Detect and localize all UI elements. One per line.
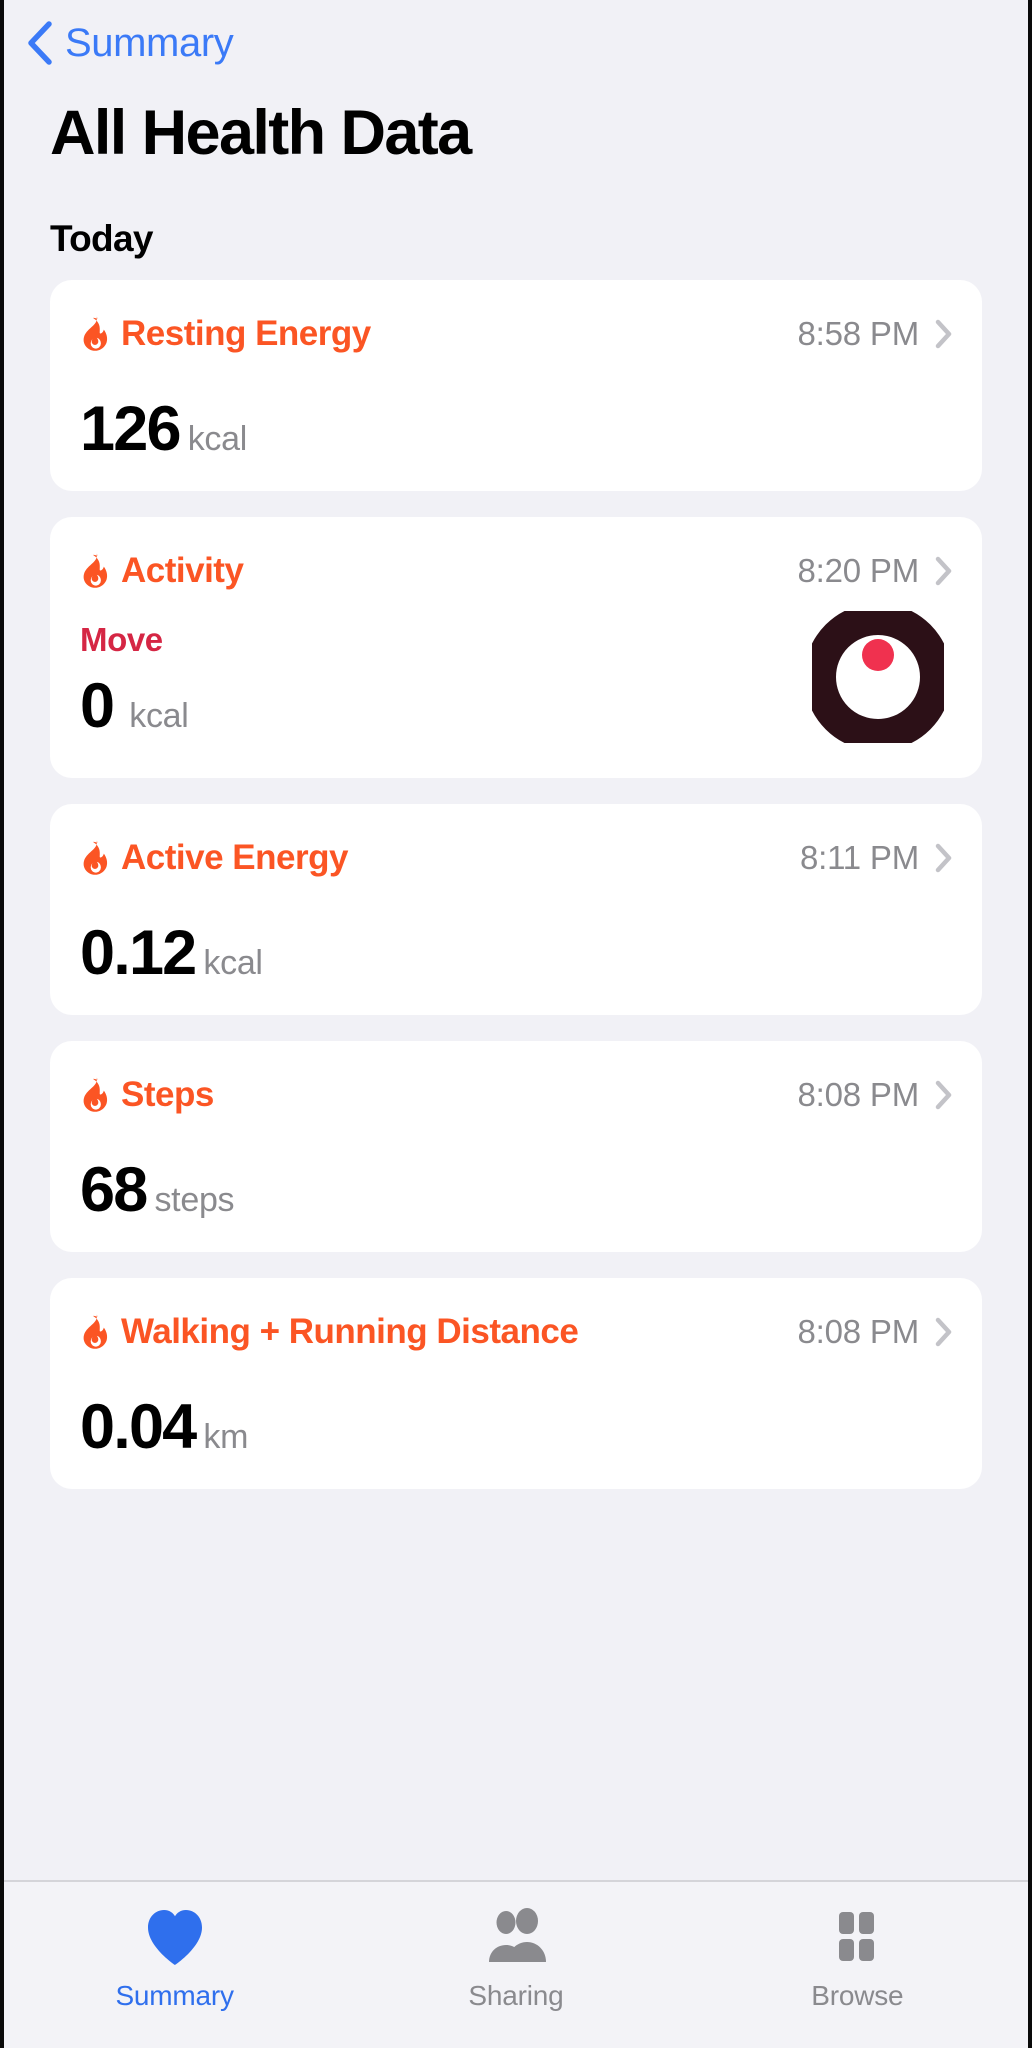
- timestamp: 8:20 PM: [797, 552, 920, 590]
- page-title: All Health Data: [50, 98, 472, 168]
- metric-value-row: 126 kcal: [80, 398, 952, 461]
- metric-unit: kcal: [129, 697, 189, 736]
- metric-value-row: 0.04 km: [80, 1396, 952, 1459]
- card-header-right: 8:08 PM: [798, 1076, 953, 1114]
- metric-value-row: 68 steps: [80, 1159, 952, 1222]
- tab-summary[interactable]: Summary: [4, 1908, 345, 2012]
- timestamp: 8:08 PM: [797, 1076, 920, 1114]
- metric-unit: kcal: [187, 420, 248, 459]
- move-value-row: 0 kcal: [80, 675, 189, 738]
- tab-bar: Summary Sharing Browse: [4, 1880, 1028, 2048]
- card-header-right: 8:20 PM: [798, 552, 953, 590]
- move-label: Move: [80, 621, 163, 659]
- metric-value: 0.12: [80, 918, 197, 989]
- chevron-right-icon[interactable]: [935, 1317, 952, 1347]
- health-card-activity[interactable]: Activity 8:20 PM Move 0 kcal: [50, 517, 982, 779]
- grid-icon: [826, 1908, 888, 1966]
- health-data-list: Resting Energy 8:58 PM 126 kcal Activity…: [4, 280, 1028, 1880]
- activity-move-block: Move 0 kcal: [80, 621, 189, 738]
- card-header: Walking + Running Distance 8:08 PM: [80, 1312, 952, 1352]
- card-header: Resting Energy 8:58 PM: [80, 314, 952, 354]
- metric-value: 0: [80, 671, 115, 742]
- tab-label: Sharing: [468, 1980, 564, 2011]
- chevron-right-icon[interactable]: [935, 1080, 952, 1110]
- chevron-right-icon[interactable]: [935, 843, 952, 873]
- metric-value-row: 0.12 kcal: [80, 922, 952, 985]
- card-header: Steps 8:08 PM: [80, 1075, 952, 1115]
- card-header-right: 8:08 PM: [798, 1313, 953, 1351]
- metric-unit: km: [203, 1418, 249, 1457]
- chevron-right-icon[interactable]: [935, 556, 952, 586]
- navigation-bar: Summary: [4, 0, 1028, 86]
- flame-icon: [80, 1077, 121, 1113]
- people-icon: [485, 1908, 547, 1966]
- metric-title: Steps: [121, 1075, 214, 1115]
- metric-title: Resting Energy: [121, 314, 371, 354]
- tab-browse[interactable]: Browse: [687, 1908, 1028, 2012]
- timestamp: 8:08 PM: [797, 1313, 920, 1351]
- card-header-right: 8:11 PM: [800, 839, 952, 877]
- tab-label: Summary: [115, 1980, 234, 2011]
- activity-body: Move 0 kcal: [80, 603, 952, 752]
- flame-icon: [80, 840, 121, 876]
- flame-icon: [80, 1314, 121, 1350]
- metric-title: Activity: [121, 551, 244, 591]
- card-header-right: 8:58 PM: [798, 315, 953, 353]
- back-button-label: Summary: [65, 21, 234, 65]
- tab-sharing[interactable]: Sharing: [345, 1908, 686, 2012]
- chevron-right-icon[interactable]: [935, 319, 952, 349]
- metric-title: Active Energy: [121, 838, 348, 878]
- activity-ring-icon: [804, 603, 952, 752]
- section-header-today: Today: [50, 218, 153, 260]
- health-app-screen: Summary All Health Data Today Resting En…: [0, 0, 1032, 2048]
- timestamp: 8:58 PM: [797, 315, 920, 353]
- metric-unit: steps: [154, 1181, 235, 1220]
- health-card-steps[interactable]: Steps 8:08 PM 68 steps: [50, 1041, 982, 1253]
- metric-unit: kcal: [203, 944, 263, 983]
- metric-value: 126: [80, 394, 182, 465]
- health-card-walking-running-distance[interactable]: Walking + Running Distance 8:08 PM 0.04 …: [50, 1278, 982, 1490]
- health-card-resting-energy[interactable]: Resting Energy 8:58 PM 126 kcal: [50, 280, 982, 492]
- flame-icon: [80, 553, 121, 589]
- card-header: Active Energy 8:11 PM: [80, 838, 952, 878]
- flame-icon: [80, 316, 121, 352]
- metric-value: 0.04: [80, 1392, 197, 1463]
- metric-value: 68: [80, 1155, 148, 1226]
- tab-label: Browse: [811, 1980, 904, 2011]
- card-header: Activity 8:20 PM: [80, 551, 952, 591]
- metric-title: Walking + Running Distance: [121, 1312, 579, 1352]
- chevron-left-icon: [26, 21, 52, 65]
- heart-icon: [144, 1908, 206, 1966]
- back-button[interactable]: Summary: [26, 21, 234, 65]
- health-card-active-energy[interactable]: Active Energy 8:11 PM 0.12 kcal: [50, 804, 982, 1016]
- timestamp: 8:11 PM: [799, 839, 919, 877]
